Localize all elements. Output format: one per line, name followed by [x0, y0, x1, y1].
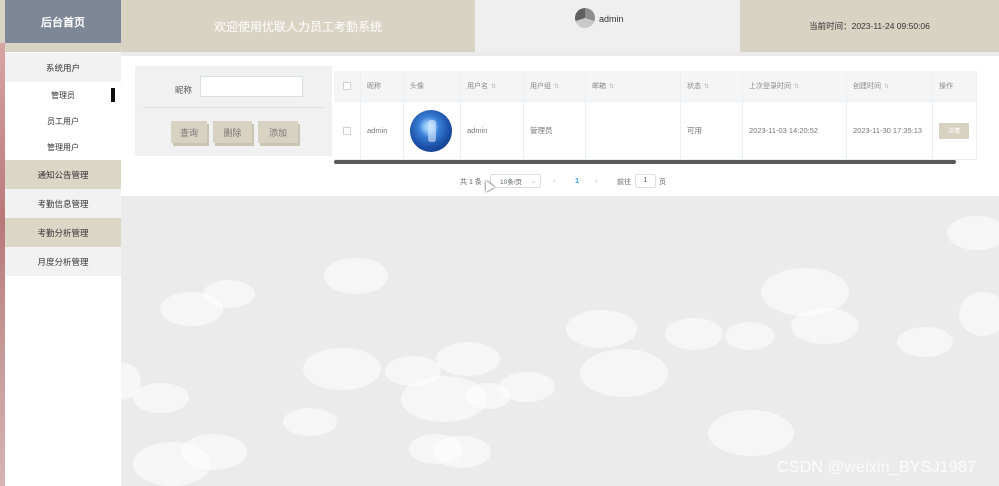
bg-bubble	[433, 436, 491, 468]
chevron-down-icon: ⌄	[530, 178, 536, 185]
cell-status: 可用	[681, 102, 743, 159]
col-last-login: 上次登录时间	[749, 83, 791, 90]
cell-nickname: admin	[361, 102, 404, 159]
sort-icon[interactable]: ⇅	[609, 83, 614, 90]
home-link[interactable]: 后台首页	[5, 0, 121, 43]
top-header: 后台首页 欢迎使用优联人力员工考勤系统 admin 当前时间：2023-11-2…	[0, 0, 999, 52]
sidebar-item-employee-users[interactable]: 员工用户	[5, 108, 121, 134]
col-username-header[interactable]: 用户名 ⇅	[461, 71, 524, 101]
bg-bubble	[283, 408, 337, 436]
prev-page-icon[interactable]: ‹	[553, 176, 556, 185]
table-row: admin admin 管理员 可用 2023-11-03 14:20:52 2…	[334, 102, 977, 160]
col-created: 创建时间	[853, 83, 881, 90]
sidebar-item-manager-users[interactable]: 管理用户	[5, 134, 121, 160]
current-time: 当前时间：2023-11-24 09:50:06	[809, 21, 930, 31]
col-username: 用户名	[467, 83, 488, 90]
table-header: 昵称 头像 用户名 ⇅ 用户组 ⇅ 邮箱 ⇅ 状态 ⇅ 上次登录时间 ⇅ 创建时间 ⇅ 操作	[334, 71, 977, 102]
user-list-panel: 昵称 查询 删除 添加 昵称 头像 用户名 ⇅ 用户组 ⇅ 邮箱 ⇅ 状态 ⇅ 上次登录…	[121, 56, 999, 196]
col-email-header[interactable]: 邮箱 ⇅	[586, 71, 681, 101]
main-content: 昵称 查询 删除 添加 昵称 头像 用户名 ⇅ 用户组 ⇅ 邮箱 ⇅ 状态 ⇅ 上次登录…	[121, 52, 999, 486]
user-box[interactable]: admin	[475, 0, 740, 52]
col-group-header[interactable]: 用户组 ⇅	[524, 71, 586, 101]
select-all-cell	[334, 71, 361, 101]
bg-bubble	[303, 348, 381, 390]
goto-page-input[interactable]: 1	[635, 174, 656, 188]
bg-bubble	[947, 216, 999, 250]
col-email: 邮箱	[592, 83, 606, 90]
nickname-label: 昵称	[175, 85, 193, 95]
cell-username: admin	[461, 102, 524, 159]
sort-icon[interactable]: ⇅	[704, 83, 709, 90]
col-action: 操作	[933, 71, 977, 101]
table-horizontal-scrollbar[interactable]	[334, 160, 956, 164]
bg-bubble	[499, 372, 555, 402]
delete-button[interactable]: 删除	[213, 121, 252, 143]
nickname-search-input[interactable]	[200, 76, 303, 97]
cell-group: 管理员	[524, 102, 586, 159]
page-size-value: 10条/页	[500, 179, 523, 186]
sort-icon[interactable]: ⇅	[554, 83, 559, 90]
next-page-icon[interactable]: ›	[595, 176, 598, 185]
bg-bubble	[665, 318, 723, 350]
cell-action: 详情	[933, 102, 977, 159]
col-created-header[interactable]: 创建时间 ⇅	[847, 71, 933, 101]
row-checkbox[interactable]	[343, 126, 351, 135]
bg-bubble	[725, 322, 775, 350]
select-all-checkbox[interactable]	[343, 82, 351, 90]
bg-bubble	[897, 327, 953, 357]
sort-icon[interactable]: ⇅	[491, 83, 496, 90]
query-button[interactable]: 查询	[171, 121, 207, 143]
cell-avatar	[404, 102, 461, 159]
bg-bubble	[133, 383, 189, 413]
sidebar: 系统用户 管理员 员工用户 管理用户 通知公告管理 考勤信息管理 考勤分析管理 …	[5, 52, 121, 486]
user-table: 昵称 头像 用户名 ⇅ 用户组 ⇅ 邮箱 ⇅ 状态 ⇅ 上次登录时间 ⇅ 创建时间 ⇅ 操作…	[334, 71, 977, 162]
bg-bubble	[959, 292, 999, 336]
sort-icon[interactable]: ⇅	[794, 83, 799, 90]
bg-bubble	[133, 442, 211, 486]
sidebar-item-attendance-analysis[interactable]: 考勤分析管理	[5, 218, 121, 247]
sidebar-item-monthly-analysis[interactable]: 月度分析管理	[5, 247, 121, 276]
search-form: 昵称 查询 删除 添加	[135, 66, 332, 156]
bg-bubble	[580, 349, 668, 397]
sort-icon[interactable]: ⇅	[884, 83, 889, 90]
welcome-title: 欢迎使用优联人力员工考勤系统	[213, 19, 382, 34]
bg-bubble	[324, 258, 388, 294]
bg-bubble	[203, 280, 255, 308]
bg-bubble	[791, 308, 859, 344]
row-select-cell	[334, 102, 361, 159]
user-avatar-icon[interactable]	[575, 8, 595, 28]
cell-email	[586, 102, 681, 159]
detail-button[interactable]: 详情	[939, 122, 969, 139]
col-status-header[interactable]: 状态 ⇅	[681, 71, 743, 101]
col-group: 用户组	[530, 83, 551, 90]
col-status: 状态	[687, 83, 701, 90]
bg-bubble	[708, 410, 794, 456]
avatar-image[interactable]	[410, 109, 452, 152]
col-nickname: 昵称	[361, 71, 404, 101]
col-avatar: 头像	[404, 71, 461, 101]
goto-unit: 页	[659, 179, 666, 186]
watermark: CSDN @weixin_BYSJ1987	[777, 459, 977, 476]
page-number-current[interactable]: 1	[575, 176, 579, 185]
bg-bubble	[566, 310, 637, 348]
col-last-login-header[interactable]: 上次登录时间 ⇅	[743, 71, 847, 101]
user-name[interactable]: admin	[599, 14, 624, 24]
sidebar-group-system-users[interactable]: 系统用户	[5, 53, 121, 82]
sidebar-item-notice[interactable]: 通知公告管理	[5, 160, 121, 189]
sidebar-item-attendance-info[interactable]: 考勤信息管理	[5, 189, 121, 218]
search-divider	[143, 107, 324, 108]
goto-label: 前往	[617, 179, 631, 186]
pagination-total: 共 1 条	[460, 179, 482, 186]
sidebar-item-admin[interactable]: 管理员	[5, 82, 121, 108]
bg-bubble	[436, 342, 500, 376]
cell-last-login: 2023-11-03 14:20:52	[743, 102, 847, 159]
add-button[interactable]: 添加	[258, 121, 298, 143]
cell-created: 2023-11-30 17:35:13	[847, 102, 933, 159]
page-size-select[interactable]: 10条/页 ⌄	[490, 174, 541, 188]
